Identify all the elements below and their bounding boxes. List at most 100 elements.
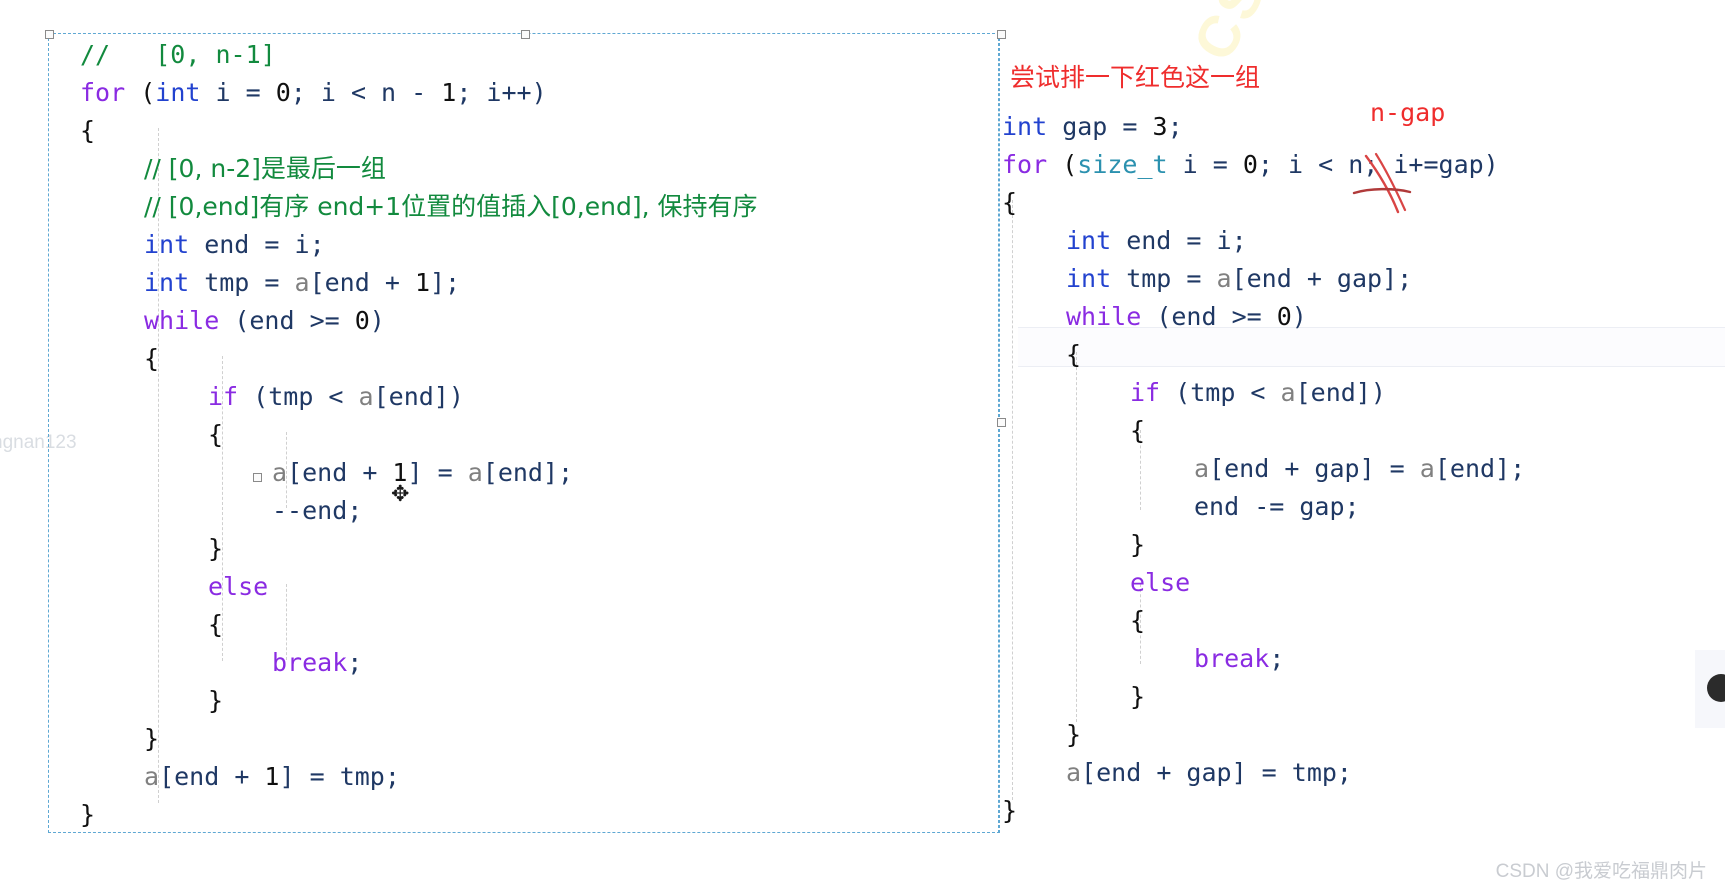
- code-line[interactable]: }: [1002, 526, 1525, 564]
- code-token: 0: [1242, 150, 1258, 179]
- red-annotation-n-gap: n-gap: [1370, 98, 1446, 127]
- code-token: int: [1066, 226, 1112, 255]
- code-token: [end +: [159, 762, 265, 791]
- code-line[interactable]: }: [80, 682, 758, 720]
- code-token: ] = tmp;: [279, 762, 400, 791]
- code-token: // [0, n-1]: [80, 40, 276, 69]
- code-line[interactable]: for (int i = 0; i < n - 1; i++): [80, 74, 758, 112]
- code-token: }: [1002, 796, 1018, 825]
- code-line[interactable]: int tmp = a[end + 1];: [80, 264, 758, 302]
- code-line[interactable]: end -= gap;: [1002, 488, 1525, 526]
- code-token: [end];: [1434, 454, 1526, 483]
- code-line[interactable]: for (size_t i = 0; i < n; i+=gap): [1002, 146, 1525, 184]
- code-line[interactable]: }: [1002, 792, 1525, 830]
- code-token: {: [1002, 188, 1018, 217]
- selection-handle-inner[interactable]: [253, 473, 262, 482]
- code-line[interactable]: }: [1002, 716, 1525, 754]
- code-token: else: [208, 572, 269, 601]
- code-line[interactable]: a[end + gap] = tmp;: [1002, 754, 1525, 792]
- code-token: int: [1002, 112, 1048, 141]
- code-line[interactable]: int gap = 3;: [1002, 108, 1525, 146]
- code-token: break: [272, 648, 348, 677]
- code-token: while: [1066, 302, 1142, 331]
- code-line[interactable]: {: [1002, 412, 1525, 450]
- code-line[interactable]: if (tmp < a[end]): [80, 378, 758, 416]
- code-token: 1: [264, 762, 280, 791]
- code-token: if: [1130, 378, 1161, 407]
- code-line[interactable]: }: [80, 796, 758, 834]
- code-line[interactable]: a[end + gap] = a[end];: [1002, 450, 1525, 488]
- code-line[interactable]: }: [80, 530, 758, 568]
- code-line[interactable]: while (end >= 0): [1002, 298, 1525, 336]
- selection-handle-top-left[interactable]: [45, 30, 54, 39]
- code-line[interactable]: break;: [1002, 640, 1525, 678]
- code-line[interactable]: {: [1002, 336, 1525, 374]
- code-line[interactable]: else: [1002, 564, 1525, 602]
- code-token: }: [1130, 530, 1146, 559]
- right-code-block[interactable]: int gap = 3; for (size_t i = 0; i < n; i+…: [1002, 108, 1525, 830]
- code-token: gap =: [1047, 112, 1153, 141]
- code-token: (end >=: [219, 306, 355, 335]
- code-token: end = i;: [1111, 226, 1247, 255]
- code-line[interactable]: {: [80, 112, 758, 150]
- code-line[interactable]: break;: [80, 644, 758, 682]
- code-line[interactable]: else: [80, 568, 758, 606]
- selection-handle-top-center[interactable]: [521, 30, 530, 39]
- code-token: a: [1419, 454, 1435, 483]
- code-line[interactable]: {: [1002, 184, 1525, 222]
- code-token: ): [1291, 302, 1307, 331]
- selection-handle-top-right[interactable]: [997, 30, 1006, 39]
- code-token: [end]): [1295, 378, 1386, 407]
- code-line[interactable]: --end;: [80, 492, 758, 530]
- code-token: int: [1066, 264, 1112, 293]
- code-token: ];: [430, 268, 461, 297]
- code-line[interactable]: }: [80, 720, 758, 758]
- code-token: }: [208, 534, 224, 563]
- code-token: 0: [354, 306, 370, 335]
- code-token: end -= gap;: [1194, 492, 1360, 521]
- code-line[interactable]: // [0, n-2]是最后一组: [80, 150, 758, 188]
- csdn-watermark: CSDN @我爱吃福鼎肉片: [1495, 861, 1707, 882]
- code-token: ;: [1269, 644, 1285, 673]
- code-token: ; i < n; i+=gap): [1257, 150, 1499, 179]
- code-token: }: [1130, 682, 1146, 711]
- code-token: a: [467, 458, 483, 487]
- code-token: {: [208, 610, 224, 639]
- code-line[interactable]: if (tmp < a[end]): [1002, 374, 1525, 412]
- code-token: ; i++): [456, 78, 547, 107]
- code-line[interactable]: while (end >= 0): [80, 302, 758, 340]
- left-code-block[interactable]: // [0, n-1] for (int i = 0; i < n - 1; i+…: [80, 36, 758, 834]
- code-line[interactable]: a[end + 1] = tmp;: [80, 758, 758, 796]
- code-token: int: [155, 78, 201, 107]
- code-token: {: [208, 420, 224, 449]
- code-token: ): [369, 306, 385, 335]
- code-line[interactable]: int end = i;: [80, 226, 758, 264]
- code-line[interactable]: // [0,end]有序 end+1位置的值插入[0,end], 保持有序: [80, 188, 758, 226]
- code-token: }: [1066, 720, 1082, 749]
- code-token: ; i < n -: [290, 78, 442, 107]
- code-token: end = i;: [189, 230, 325, 259]
- code-line[interactable]: int end = i;: [1002, 222, 1525, 260]
- selection-handle-middle-right[interactable]: [997, 418, 1006, 427]
- code-token: a: [1216, 264, 1232, 293]
- code-line[interactable]: {: [80, 416, 758, 454]
- code-token: a: [144, 762, 160, 791]
- code-line[interactable]: a[end + 1] = a[end];: [80, 454, 758, 492]
- code-token: ;: [1167, 112, 1183, 141]
- code-token: for: [1002, 150, 1048, 179]
- code-token: // [0,end]有序 end+1位置的值插入[0,end], 保持有序: [144, 192, 758, 221]
- code-token: [end +: [287, 458, 393, 487]
- code-line[interactable]: // [0, n-1]: [80, 36, 758, 74]
- code-line[interactable]: {: [80, 606, 758, 644]
- code-line[interactable]: }: [1002, 678, 1525, 716]
- code-line[interactable]: {: [1002, 602, 1525, 640]
- code-token: }: [144, 724, 160, 753]
- code-token: for: [80, 78, 126, 107]
- code-token: 1: [441, 78, 457, 107]
- code-token: tmp =: [189, 268, 295, 297]
- red-annotation-title: 尝试排一下红色这一组: [1010, 63, 1261, 92]
- code-token: (tmp <: [238, 382, 359, 411]
- code-line[interactable]: int tmp = a[end + gap];: [1002, 260, 1525, 298]
- code-token: int: [144, 268, 190, 297]
- code-line[interactable]: {: [80, 340, 758, 378]
